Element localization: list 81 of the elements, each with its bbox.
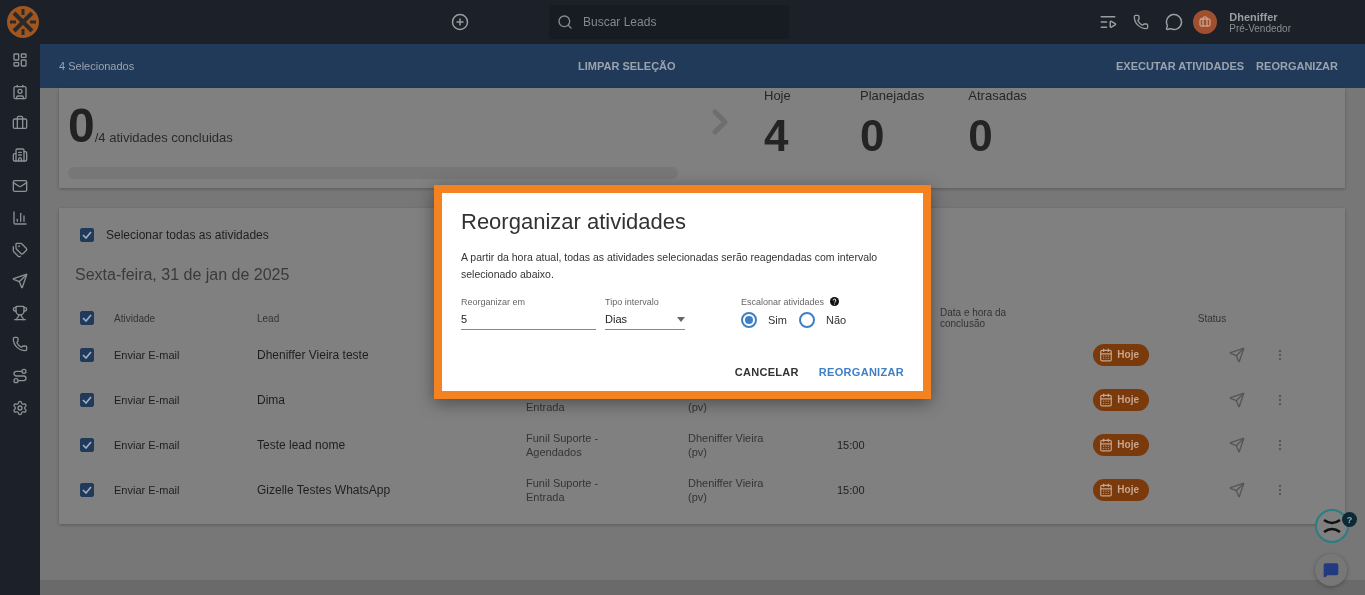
status-badge: Hoje (1093, 478, 1149, 501)
chat-bubble-icon[interactable] (1165, 13, 1184, 31)
lead-name[interactable]: Gizelle Testes WhatsApp (257, 482, 391, 497)
radio-option[interactable]: Sim (741, 312, 787, 328)
activity-type: Enviar E-mail (114, 348, 180, 361)
briefcase-icon[interactable] (12, 115, 28, 132)
tags-icon[interactable] (12, 241, 28, 258)
stat-value: 0 (860, 111, 886, 161)
activity-type: Enviar E-mail (114, 483, 180, 496)
user-role: Pré-Vendedor (1229, 22, 1291, 34)
user-name: Dheniffer (1229, 10, 1279, 23)
lead-name[interactable]: Dheniffer Vieira teste (257, 347, 369, 362)
column-header: Lead (257, 312, 280, 324)
mail-icon[interactable] (12, 178, 28, 195)
lead-name[interactable]: Teste lead nome (257, 437, 346, 452)
stat-label: Planejadas (860, 88, 925, 103)
status-badge: Hoje (1093, 388, 1149, 411)
date-heading: Sexta-feira, 31 de jan de 2025 (75, 266, 290, 284)
column-header: Data e hora da conclusão (940, 307, 1008, 329)
interval-type-select[interactable]: Dias (605, 307, 685, 330)
owner-name: (pv) (688, 399, 708, 414)
add-icon[interactable] (451, 13, 469, 31)
checkbox[interactable] (80, 482, 94, 497)
done-count: 0 (68, 98, 95, 153)
caret-icon (677, 316, 685, 322)
trophy-icon[interactable] (12, 304, 28, 321)
total-label: /4 atividades concluidas (94, 130, 233, 145)
stat-label: Atrasadas (968, 88, 1027, 103)
help-icon[interactable] (830, 297, 840, 306)
clear-selection-button[interactable]: LIMPAR SELEÇÃO (578, 60, 676, 72)
activity-time: 15:00 (837, 483, 865, 496)
cancel-button[interactable]: CANCELAR (734, 366, 799, 378)
selection-count: 4 Selecionados (59, 60, 136, 72)
stat-value: 4 (764, 111, 790, 161)
dialog-title: Reorganizar atividades (461, 209, 688, 235)
reorganize-button[interactable]: REORGANIZAR (818, 366, 904, 378)
select-all-label: Selecionar todas as atividades (106, 228, 269, 242)
stat-value: 0 (968, 111, 994, 161)
search-icon (557, 14, 573, 30)
owner-name: Dheniffer Vieira (pv) (688, 430, 765, 459)
stat-label: Hoje (764, 88, 792, 103)
column-header: Atividade (114, 312, 156, 324)
funnel-name: Funil Suporte - Entrada (526, 475, 600, 504)
action-button[interactable]: REORGANIZAR (1256, 60, 1338, 72)
route-icon[interactable] (12, 367, 28, 384)
playlist-icon[interactable] (1099, 13, 1118, 31)
phone-icon[interactable] (12, 336, 28, 353)
lead-name[interactable]: Dima (257, 392, 285, 407)
checkbox[interactable] (80, 392, 94, 407)
checkbox[interactable] (80, 311, 94, 325)
chat-icon (1323, 562, 1339, 578)
dashboard-icon[interactable] (12, 52, 28, 68)
send-icon[interactable] (12, 273, 28, 290)
action-button[interactable]: EXECUTAR ATIVIDADES (1115, 60, 1245, 72)
activity-time: 15:00 (837, 438, 865, 451)
checkbox[interactable] (80, 437, 94, 452)
search-bar[interactable]: Buscar Leads (549, 5, 789, 39)
activity-type: Enviar E-mail (114, 393, 180, 406)
contact-icon[interactable] (12, 83, 28, 100)
avatar[interactable] (1193, 10, 1218, 34)
status-badge: Hoje (1093, 433, 1149, 456)
field-label: Reorganizar em (461, 297, 527, 307)
radio-option[interactable]: Não (798, 312, 847, 328)
wave-icon (1323, 519, 1341, 533)
chart-icon[interactable] (12, 209, 28, 226)
building-icon[interactable] (12, 146, 28, 163)
stagger-label: Escalonar atividades (741, 297, 825, 307)
logo-icon[interactable] (6, 5, 40, 39)
funnel-name: Entrada (526, 399, 566, 414)
activity-type: Enviar E-mail (114, 438, 180, 451)
funnel-name: Funil Suporte - Agendados (526, 430, 600, 459)
phone-icon[interactable] (1133, 14, 1150, 30)
owner-name: Dheniffer Vieira (pv) (688, 475, 765, 504)
field-label: Tipo intervalo (605, 297, 660, 307)
status-badge: Hoje (1093, 343, 1149, 366)
dialog-text: A partir da hora atual, todas as atividades selecionadas serão reagendadas com intervalo selecionado abaixo. (461, 250, 879, 282)
column-header: Status (1197, 312, 1227, 324)
checkbox[interactable] (80, 347, 94, 362)
search-field[interactable]: Buscar Leads (581, 14, 765, 30)
settings-icon[interactable] (12, 399, 28, 416)
checkbox[interactable] (80, 228, 94, 242)
